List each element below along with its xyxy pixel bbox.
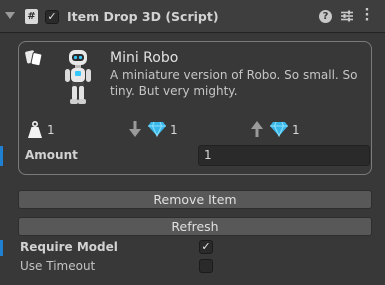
component-title: Item Drop 3D (Script) bbox=[67, 9, 219, 24]
gem-icon bbox=[270, 121, 288, 137]
weight-value: 1 bbox=[47, 123, 55, 137]
require-model-checkbox[interactable]: ✓ bbox=[199, 240, 213, 254]
help-icon[interactable]: ? bbox=[319, 10, 332, 23]
item-description: A miniature version of Robo. So small. S… bbox=[110, 68, 358, 98]
script-icon: # bbox=[25, 9, 38, 24]
gem-icon bbox=[148, 121, 166, 137]
item-name: Mini Robo bbox=[110, 50, 179, 66]
component-header: # ✓ Item Drop 3D (Script) ? · · · bbox=[0, 0, 385, 33]
arrow-down-icon bbox=[129, 121, 141, 137]
amount-label: Amount bbox=[25, 148, 78, 162]
context-menu-icon[interactable]: · · · bbox=[362, 4, 372, 27]
modified-indicator bbox=[0, 240, 3, 256]
arrow-up-icon bbox=[251, 121, 263, 137]
weight-icon bbox=[28, 121, 42, 138]
use-timeout-label: Use Timeout bbox=[20, 259, 96, 273]
amount-field[interactable]: 1 bbox=[198, 145, 370, 166]
cards-icon bbox=[25, 50, 43, 67]
preset-icon[interactable] bbox=[340, 9, 354, 23]
foldout-arrow-icon[interactable] bbox=[5, 12, 15, 19]
modified-indicator bbox=[0, 146, 3, 166]
component-enabled-checkbox[interactable]: ✓ bbox=[45, 10, 59, 24]
pickup-gems-value: 1 bbox=[292, 123, 300, 137]
refresh-button[interactable]: Refresh bbox=[18, 217, 372, 236]
remove-item-button[interactable]: Remove Item bbox=[18, 190, 372, 209]
use-timeout-checkbox[interactable] bbox=[199, 259, 213, 273]
require-model-label: Require Model bbox=[20, 240, 118, 254]
drop-gems-value: 1 bbox=[170, 123, 178, 137]
robot-preview-icon bbox=[65, 50, 91, 104]
